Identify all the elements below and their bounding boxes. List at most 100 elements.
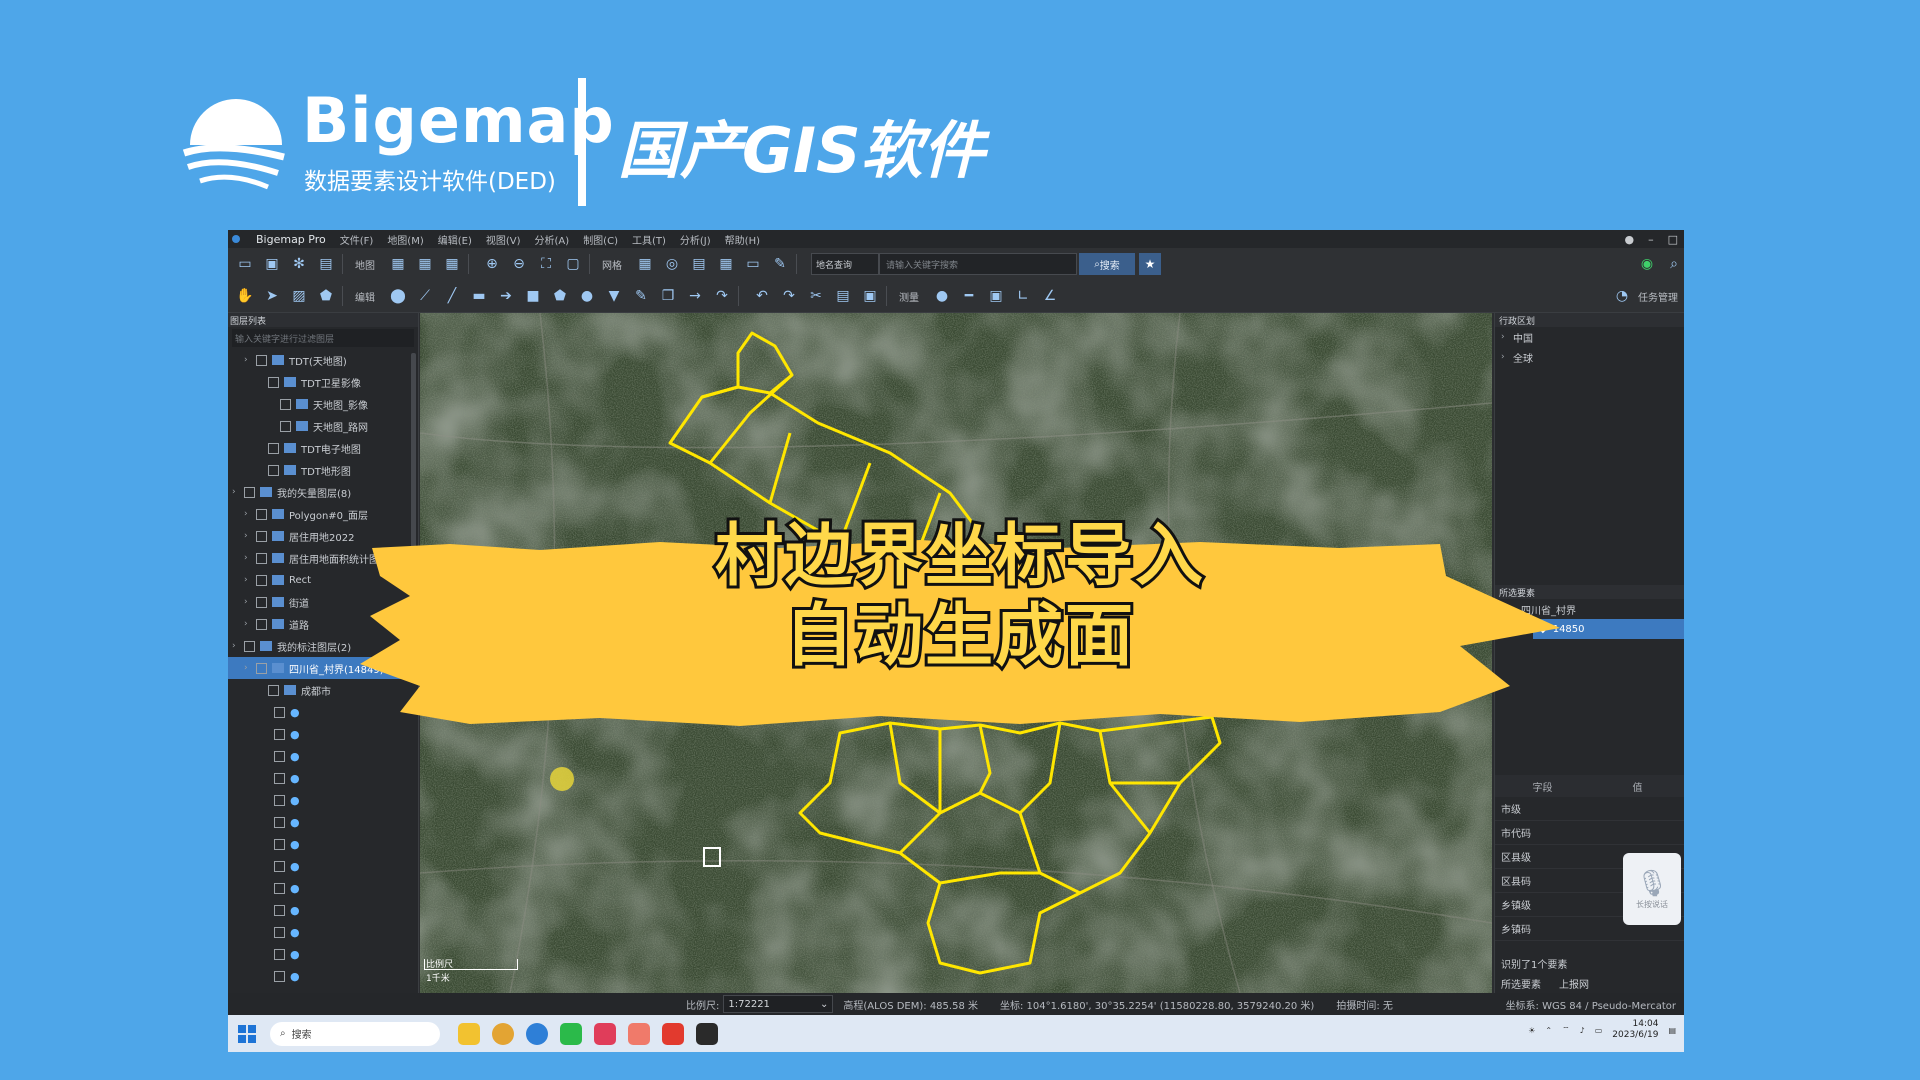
marker-row[interactable]: ●	[228, 855, 418, 877]
menu-analysis-2[interactable]: 分析(J)	[680, 232, 711, 247]
layer-row[interactable]: 天地图_影像	[228, 393, 418, 415]
tab-report[interactable]: 上报网	[1559, 976, 1589, 991]
clipboard-icon[interactable]: ▤	[833, 286, 853, 306]
grid-tiles-icon[interactable]: ▦	[716, 254, 736, 274]
layer-checkbox[interactable]	[244, 486, 255, 498]
marker-checkbox[interactable]	[274, 706, 285, 718]
weather-icon[interactable]: ☀	[1528, 1026, 1535, 1035]
text-edit-icon[interactable]: ✎	[631, 286, 651, 306]
layer-checkbox[interactable]	[256, 354, 267, 366]
circle-icon[interactable]: ●	[577, 286, 597, 306]
copy-icon[interactable]: ❐	[658, 286, 678, 306]
marker-checkbox[interactable]	[274, 750, 285, 762]
search-icon[interactable]: ⌕	[1664, 254, 1684, 274]
polyline-icon[interactable]: ⟋	[415, 286, 435, 306]
search-input[interactable]: 请输入关键字搜索	[879, 253, 1077, 275]
network-icon[interactable]: ⌔	[1562, 1025, 1570, 1035]
save-icon[interactable]: ▣	[262, 254, 282, 274]
brush-icon[interactable]: ✎	[770, 254, 790, 274]
chevron-icon[interactable]: ›	[232, 487, 244, 497]
region-item-global[interactable]: › 全球	[1495, 347, 1684, 367]
pentagon-icon[interactable]: ⬟	[550, 286, 570, 306]
redo-icon[interactable]: ↷	[779, 286, 799, 306]
menu-help[interactable]: 帮助(H)	[725, 232, 760, 247]
marker-checkbox[interactable]	[274, 882, 285, 894]
open-folder-icon[interactable]: ▭	[235, 254, 255, 274]
marker-checkbox[interactable]	[274, 794, 285, 806]
scale-select[interactable]: 1:72221 ⌄	[723, 995, 834, 1013]
angle-icon[interactable]: ∟	[1013, 286, 1033, 306]
marker-checkbox[interactable]	[274, 728, 285, 740]
menu-map[interactable]: 地图(M)	[387, 232, 423, 247]
task-icon[interactable]: ◔	[1612, 286, 1632, 306]
volume-icon[interactable]: ♪	[1580, 1026, 1585, 1035]
marker-row[interactable]: ●	[228, 811, 418, 833]
menu-tools[interactable]: 工具(T)	[632, 232, 666, 247]
marker-checkbox[interactable]	[274, 970, 285, 982]
marker-checkbox[interactable]	[274, 948, 285, 960]
layer-checkbox[interactable]	[268, 464, 279, 476]
area-icon[interactable]: ▣	[986, 286, 1006, 306]
marker-row[interactable]: ●	[228, 921, 418, 943]
sync-icon[interactable]: ◉	[1637, 254, 1657, 274]
file-explorer-icon[interactable]	[458, 1022, 480, 1045]
line-icon[interactable]: ╱	[442, 286, 462, 306]
layer-row[interactable]: TDT地形图	[228, 459, 418, 481]
chrome-icon[interactable]	[492, 1022, 514, 1045]
layer-row[interactable]: › TDT(天地图)	[228, 349, 418, 371]
shield-shape-icon[interactable]: ▼	[604, 286, 624, 306]
layer-checkbox[interactable]	[280, 420, 291, 432]
layer-checkbox[interactable]	[268, 442, 279, 454]
marker-row[interactable]: ●	[228, 767, 418, 789]
recorder-icon[interactable]	[696, 1022, 718, 1045]
wechat-icon[interactable]	[560, 1022, 582, 1045]
azimuth-icon[interactable]: ∠	[1040, 286, 1060, 306]
rotate-icon[interactable]: ↷	[712, 286, 732, 306]
move-icon[interactable]: →	[685, 286, 705, 306]
distance-icon[interactable]: ━	[959, 286, 979, 306]
marker-row[interactable]: ●	[228, 745, 418, 767]
offline-map-icon[interactable]: ▦	[442, 254, 462, 274]
menu-cartography[interactable]: 制图(C)	[583, 232, 618, 247]
map-point-marker[interactable]	[550, 767, 574, 791]
region-item-china[interactable]: › 中国	[1495, 327, 1684, 347]
image-icon[interactable]: ▨	[289, 286, 309, 306]
minimize-icon[interactable]: –	[1648, 233, 1654, 246]
menu-file[interactable]: 文件(F)	[340, 232, 374, 247]
zoom-in-icon[interactable]: ⊕	[482, 254, 502, 274]
tab-selected-features[interactable]: 所选要素	[1501, 976, 1541, 991]
tray-chevron-icon[interactable]: ⌃	[1545, 1026, 1552, 1035]
notification-center-icon[interactable]: ▤	[1668, 1026, 1676, 1035]
marker-row[interactable]: ●	[228, 789, 418, 811]
marker-row[interactable]: ●	[228, 833, 418, 855]
menu-edit[interactable]: 编辑(E)	[438, 232, 472, 247]
select-arrow-icon[interactable]: ➤	[262, 286, 282, 306]
marker-row[interactable]: ●	[228, 965, 418, 987]
layer-row[interactable]: TDT电子地图	[228, 437, 418, 459]
marker-checkbox[interactable]	[274, 904, 285, 916]
task-manager-label[interactable]: 任务管理	[1638, 289, 1678, 304]
wps-icon[interactable]	[662, 1022, 684, 1045]
windows-start-icon[interactable]	[238, 1024, 256, 1043]
marker-checkbox[interactable]	[274, 860, 285, 872]
marker-row[interactable]: ●	[228, 943, 418, 965]
arrow-shape-icon[interactable]: ➔	[496, 286, 516, 306]
voice-input-button[interactable]: 🎙 长按说话	[1623, 853, 1681, 925]
grid-icon[interactable]: ▦	[635, 254, 655, 274]
layer-row[interactable]: TDT卫星影像	[228, 371, 418, 393]
notification-icon[interactable]: ●	[1624, 233, 1634, 246]
attribute-row[interactable]: 市代码	[1495, 821, 1684, 845]
layer-checkbox[interactable]	[268, 376, 279, 388]
browser-icon[interactable]	[526, 1022, 548, 1045]
full-extent-icon[interactable]: ⛶	[536, 254, 556, 274]
layer-filter-input[interactable]: 输入关键字进行过滤图层	[232, 329, 414, 347]
basemap-icon[interactable]: ▦	[388, 254, 408, 274]
globe-icon[interactable]: ◎	[662, 254, 682, 274]
window-icon[interactable]: ▤	[316, 254, 336, 274]
layer-checkbox[interactable]	[280, 398, 291, 410]
taskbar-search[interactable]: ⌕ 搜索	[270, 1021, 440, 1046]
app-red-icon[interactable]	[594, 1022, 616, 1045]
battery-icon[interactable]: ▭	[1595, 1026, 1603, 1035]
user-location-icon[interactable]: ●	[932, 286, 952, 306]
marker-checkbox[interactable]	[274, 772, 285, 784]
